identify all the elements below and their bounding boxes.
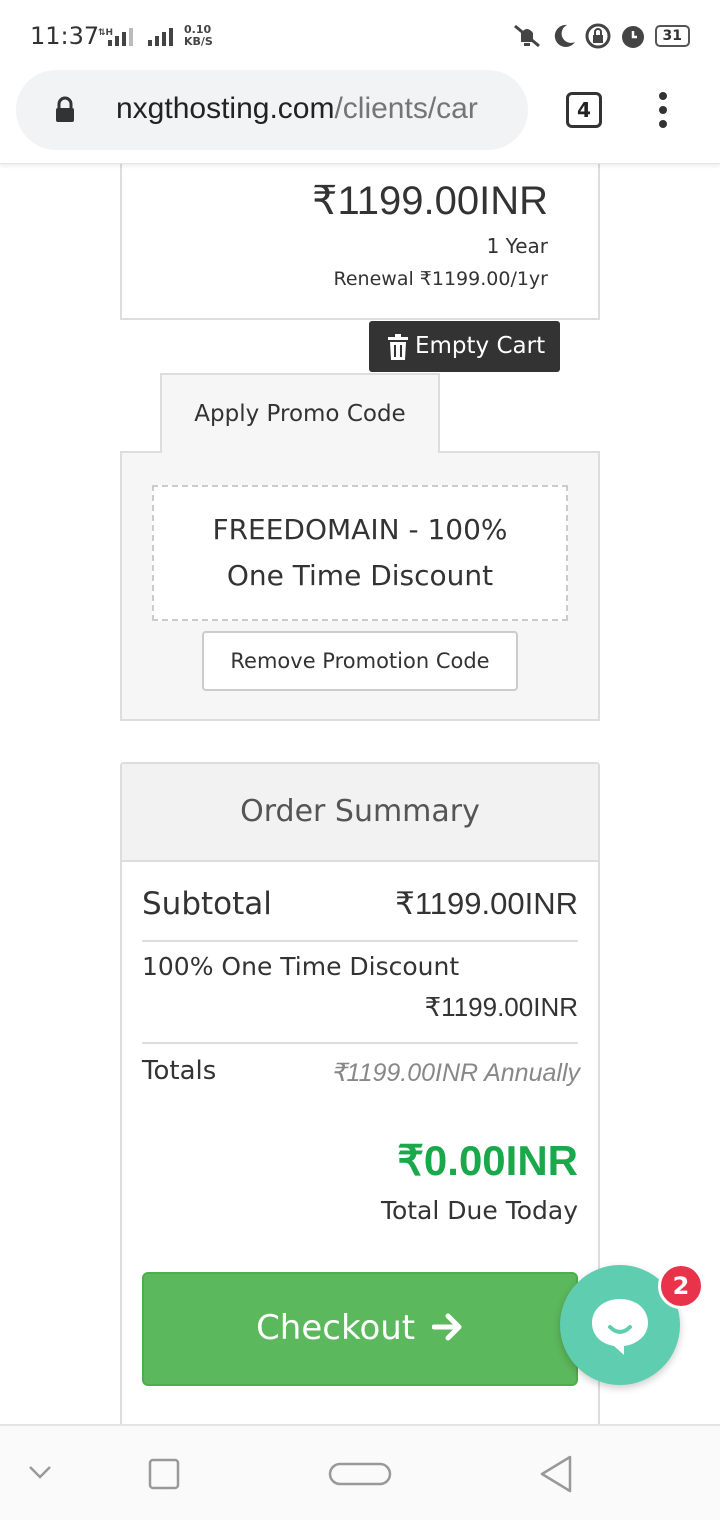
vibrate-mute-icon — [513, 24, 540, 48]
moon-icon — [554, 24, 575, 47]
address-bar[interactable]: nxgthosting.com/clients/car — [16, 70, 528, 150]
chat-bubble-icon — [592, 1299, 648, 1355]
tab-apply-promo-code[interactable]: Apply Promo Code — [160, 373, 440, 453]
subtotal-label: Subtotal — [142, 886, 272, 922]
totals-label: Totals — [142, 1056, 217, 1086]
battery-level: 31 — [654, 25, 690, 47]
back-icon[interactable] — [538, 1454, 574, 1494]
total-due-label: Total Due Today — [380, 1196, 578, 1225]
empty-cart-button[interactable]: Empty Cart — [369, 321, 560, 372]
url-text[interactable]: nxgthosting.com/clients/car — [116, 92, 524, 126]
mobile-signal-2-icon — [148, 28, 173, 46]
alarm-icon — [621, 26, 644, 48]
lock-icon — [56, 96, 74, 122]
totals-value: ₹1199.00INR Annually — [330, 1059, 580, 1087]
total-due-amount: ₹0.00INR — [397, 1137, 578, 1184]
discount-row: 100% One Time Discount ₹1199.00INR — [142, 952, 578, 1044]
home-icon[interactable] — [328, 1462, 392, 1486]
checkout-label: Checkout — [256, 1308, 416, 1348]
tab-switcher-button[interactable]: 4 — [566, 92, 602, 128]
browser-menu-button[interactable] — [656, 92, 670, 134]
chat-notification-badge: 2 — [658, 1263, 704, 1309]
order-summary: Order Summary Subtotal ₹1199.00INR 100% … — [120, 762, 600, 1442]
chevron-down-icon[interactable] — [28, 1464, 52, 1480]
remove-promotion-code-button[interactable]: Remove Promotion Code — [202, 631, 518, 691]
trash-icon — [388, 333, 408, 360]
order-summary-title: Order Summary — [122, 764, 598, 862]
billing-period: 1 Year — [486, 234, 548, 258]
rotation-lock-icon — [585, 23, 611, 49]
totals-row: Totals ₹1199.00INR Annually — [142, 1054, 580, 1104]
system-nav-bar — [0, 1424, 720, 1520]
browser-toolbar: nxgthosting.com/clients/car 4 — [0, 60, 720, 164]
renewal-price: Renewal ₹1199.00/1yr — [333, 268, 548, 290]
promo-panel: FREEDOMAIN - 100% One Time Discount Remo… — [120, 451, 600, 721]
product-price-box: ₹1199.00INR 1 Year Renewal ₹1199.00/1yr — [120, 150, 600, 320]
product-price: ₹1199.00INR — [312, 179, 548, 223]
checkout-button[interactable]: Checkout — [142, 1272, 578, 1386]
discount-label: 100% One Time Discount — [142, 952, 460, 981]
mobile-signal-icon: ⇅H — [98, 28, 133, 46]
applied-promo-code: FREEDOMAIN - 100% One Time Discount — [152, 485, 568, 621]
status-time: 11:37 — [30, 22, 100, 50]
arrow-right-icon — [431, 1313, 462, 1341]
status-icons: 31 — [511, 22, 690, 50]
svg-text:⇅H: ⇅H — [98, 28, 113, 38]
subtotal-row: Subtotal ₹1199.00INR — [142, 882, 578, 942]
subtotal-value: ₹1199.00INR — [395, 886, 578, 921]
network-speed: 0.10 KB/S — [184, 23, 213, 48]
recent-apps-icon[interactable] — [148, 1458, 180, 1490]
discount-value: ₹1199.00INR — [424, 992, 578, 1022]
empty-cart-label: Empty Cart — [415, 333, 546, 359]
